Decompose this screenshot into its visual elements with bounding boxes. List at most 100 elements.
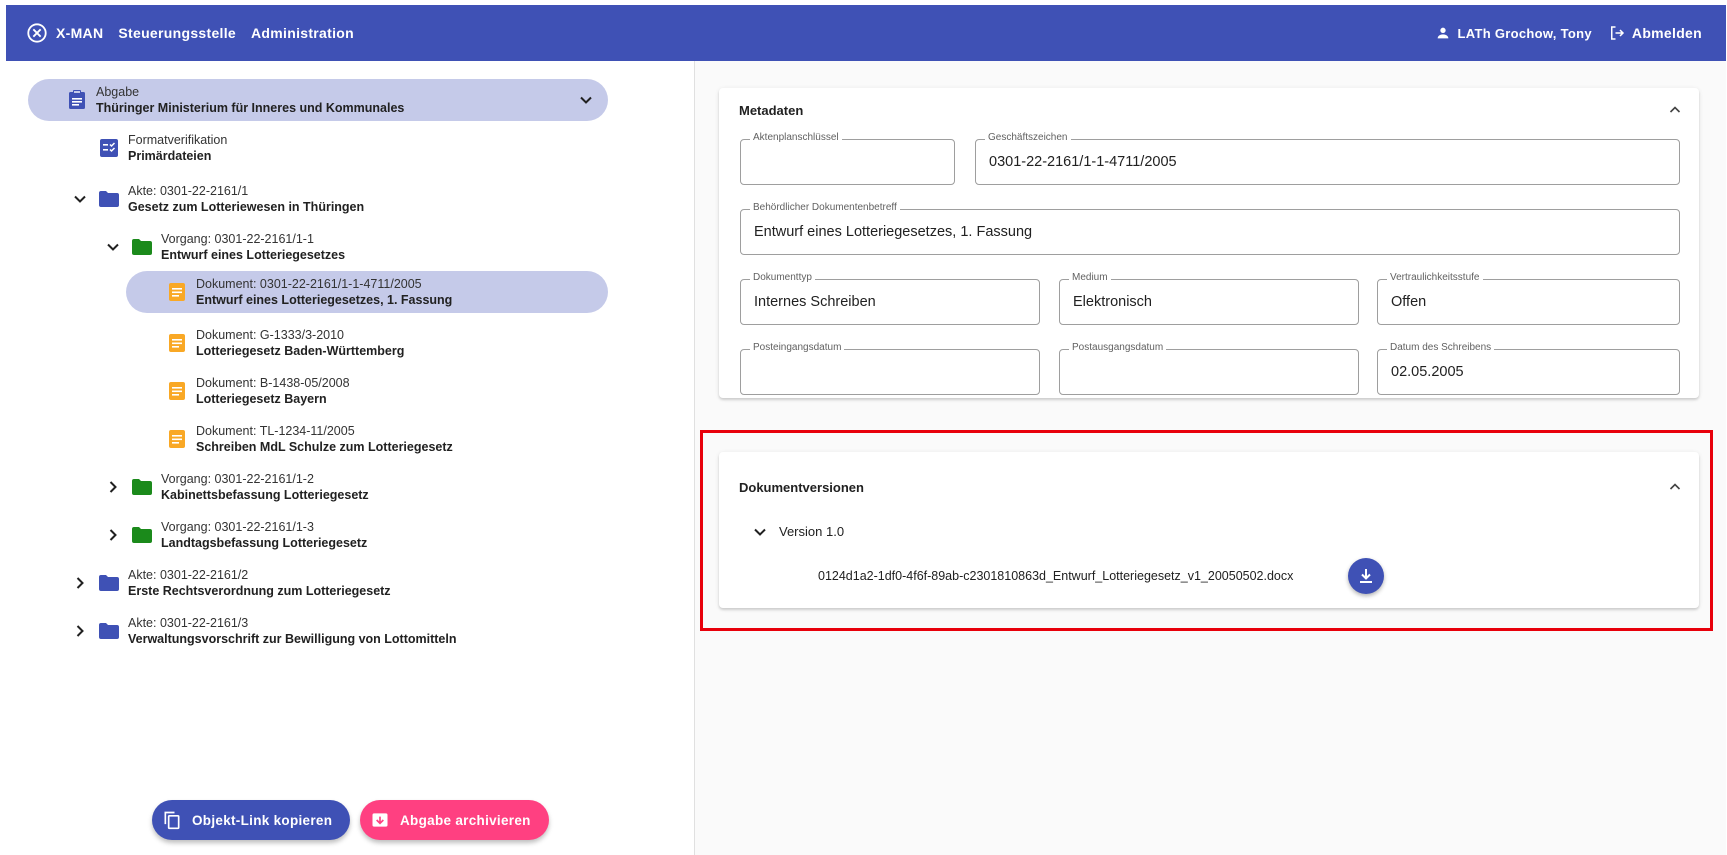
tree-node-dokument[interactable]: Dokument: TL-1234-11/2005 Schreiben MdL … [166, 418, 596, 460]
tree-panel: Abgabe Thüringer Ministerium für Inneres… [6, 61, 695, 855]
node-label: Vorgang: 0301-22-2161/1-1 [161, 232, 314, 246]
node-title: Landtagsbefassung Lotteriegesetz [161, 536, 368, 550]
tree-node-akte-3[interactable]: Akte: 0301-22-2161/3 Verwaltungsvorschri… [98, 610, 598, 652]
archive-button[interactable]: Abgabe archivieren [360, 800, 549, 840]
logout-button[interactable]: Abmelden [1608, 24, 1702, 42]
field-label: Geschäftszeichen [985, 132, 1071, 143]
node-title: Verwaltungsvorschrift zur Bewilligung vo… [128, 632, 457, 646]
field-label: Aktenplanschlüssel [750, 132, 842, 143]
field-aktenplanschluessel[interactable]: Aktenplanschlüssel [740, 132, 955, 185]
folder-icon [131, 236, 153, 258]
copy-link-label: Objekt-Link kopieren [192, 812, 333, 828]
field-medium[interactable]: Medium Elektronisch [1059, 272, 1359, 325]
field-label: Posteingangsdatum [750, 342, 845, 353]
person-icon [1438, 27, 1449, 39]
field-label: Dokumenttyp [750, 272, 815, 283]
node-label: Akte: 0301-22-2161/2 [128, 568, 249, 582]
tree-node-akte-1[interactable]: Akte: 0301-22-2161/1 Gesetz zum Lotterie… [98, 178, 598, 220]
folder-icon [131, 476, 153, 498]
chevron-down-icon[interactable] [576, 90, 596, 110]
tree-node-abgabe[interactable]: Abgabe Thüringer Ministerium für Inneres… [28, 79, 608, 121]
highlight-box [700, 430, 1713, 631]
node-title: Thüringer Ministerium für Inneres und Ko… [96, 101, 405, 115]
node-title: Erste Rechtsverordnung zum Lotteriegeset… [128, 584, 391, 598]
folder-icon [98, 188, 120, 210]
folder-icon [98, 572, 120, 594]
tree-node-dokument[interactable]: Dokument: G-1333/3-2010 Lotteriegesetz B… [166, 322, 596, 364]
metadata-card: Metadaten Aktenplanschlüssel Geschäftsze… [719, 88, 1699, 398]
field-label: Datum des Schreibens [1387, 342, 1495, 353]
field-value: 02.05.2005 [1391, 364, 1464, 380]
copy-link-button[interactable]: Objekt-Link kopieren [152, 800, 351, 840]
metadata-title: Metadaten [739, 103, 804, 118]
folder-icon [131, 524, 153, 546]
document-icon [166, 380, 188, 402]
field-posteingangsdatum[interactable]: Posteingangsdatum [740, 342, 1040, 395]
field-label: Postausgangsdatum [1069, 342, 1167, 353]
node-label: Abgabe [96, 85, 140, 99]
field-value: Elektronisch [1073, 294, 1152, 310]
node-title: Entwurf eines Lotteriegesetzes, 1. Fassu… [196, 293, 453, 307]
chevron-right-icon[interactable] [103, 477, 123, 497]
node-title: Schreiben MdL Schulze zum Lotteriegesetz [196, 440, 453, 454]
chevron-right-icon[interactable] [70, 621, 90, 641]
chevron-down-icon[interactable] [103, 237, 123, 257]
tree-node-formatverifikation[interactable]: Formatverifikation Primärdateien [98, 127, 598, 169]
field-dokumenttyp[interactable]: Dokumenttyp Internes Schreiben [740, 272, 1040, 325]
folder-icon [98, 620, 120, 642]
node-label: Dokument: TL-1234-11/2005 [196, 424, 355, 438]
node-label: Formatverifikation [128, 133, 228, 147]
clipboard-icon [66, 89, 88, 111]
node-label: Akte: 0301-22-2161/3 [128, 616, 249, 630]
copy-icon [164, 811, 180, 830]
archive-label: Abgabe archivieren [400, 812, 531, 828]
field-value: Entwurf eines Lotteriegesetzes, 1. Fassu… [754, 224, 1033, 240]
field-geschaeftszeichen[interactable]: Geschäftszeichen 0301-22-2161/1-1-4711/2… [975, 132, 1680, 185]
node-label: Akte: 0301-22-2161/1 [128, 184, 249, 198]
archive-icon [372, 813, 388, 827]
user-menu[interactable]: LATh Grochow, Tony [1435, 25, 1592, 41]
field-value: 0301-22-2161/1-1-4711/2005 [989, 154, 1177, 170]
node-label: Vorgang: 0301-22-2161/1-3 [161, 520, 314, 534]
document-icon [166, 281, 188, 303]
node-title: Entwurf eines Lotteriegesetzes [161, 248, 346, 262]
field-dokumentenbetreff[interactable]: Behördlicher Dokumentenbetreff Entwurf e… [740, 202, 1680, 255]
tree-node-vorgang-2[interactable]: Vorgang: 0301-22-2161/1-2 Kabinettsbefas… [131, 466, 601, 508]
field-postausgangsdatum[interactable]: Postausgangsdatum [1059, 342, 1359, 395]
logout-label: Abmelden [1631, 25, 1702, 41]
node-label: Vorgang: 0301-22-2161/1-2 [161, 472, 314, 486]
document-icon [166, 428, 188, 450]
field-datum-des-schreibens[interactable]: Datum des Schreibens 02.05.2005 [1377, 342, 1680, 395]
node-label: Dokument: 0301-22-2161/1-1-4711/2005 [196, 277, 422, 291]
chevron-down-icon[interactable] [70, 189, 90, 209]
tree-node-dokument-selected[interactable]: Dokument: 0301-22-2161/1-1-4711/2005 Ent… [126, 271, 608, 313]
user-name: LATh Grochow, Tony [1457, 25, 1592, 41]
chevron-right-icon[interactable] [70, 573, 90, 593]
field-label: Vertraulichkeitsstufe [1387, 272, 1483, 283]
node-title: Kabinettsbefassung Lotteriegesetz [161, 488, 369, 502]
field-value: Internes Schreiben [754, 294, 876, 310]
node-title: Primärdateien [128, 149, 212, 163]
tree-node-dokument[interactable]: Dokument: B-1438-05/2008 Lotteriegesetz … [166, 370, 596, 412]
field-vertraulichkeitsstufe[interactable]: Vertraulichkeitsstufe Offen [1377, 272, 1680, 325]
tree-node-vorgang-3[interactable]: Vorgang: 0301-22-2161/1-3 Landtagsbefass… [131, 514, 601, 556]
node-title: Lotteriegesetz Bayern [196, 392, 327, 406]
node-label: Dokument: B-1438-05/2008 [196, 376, 350, 390]
app-title-link[interactable]: X-MAN [56, 25, 103, 41]
document-icon [166, 332, 188, 354]
x-man-logo-icon[interactable] [26, 22, 48, 44]
field-label: Behördlicher Dokumentenbetreff [750, 202, 900, 213]
tree-node-akte-2[interactable]: Akte: 0301-22-2161/2 Erste Rechtsverordn… [98, 562, 598, 604]
top-toolbar: X-MAN Steuerungsstelle Administration LA… [6, 5, 1726, 61]
checklist-icon [98, 137, 120, 159]
chevron-up-icon[interactable] [1665, 100, 1685, 120]
logout-icon [1610, 26, 1624, 40]
nav-steuerungsstelle[interactable]: Steuerungsstelle [118, 25, 236, 41]
node-title: Gesetz zum Lotteriewesen in Thüringen [128, 200, 365, 214]
field-value: Offen [1391, 294, 1427, 310]
chevron-right-icon[interactable] [103, 525, 123, 545]
tree-node-vorgang-1[interactable]: Vorgang: 0301-22-2161/1-1 Entwurf eines … [131, 226, 601, 268]
node-label: Dokument: G-1333/3-2010 [196, 328, 345, 342]
nav-administration[interactable]: Administration [251, 25, 354, 41]
node-title: Lotteriegesetz Baden-Württemberg [196, 344, 405, 358]
